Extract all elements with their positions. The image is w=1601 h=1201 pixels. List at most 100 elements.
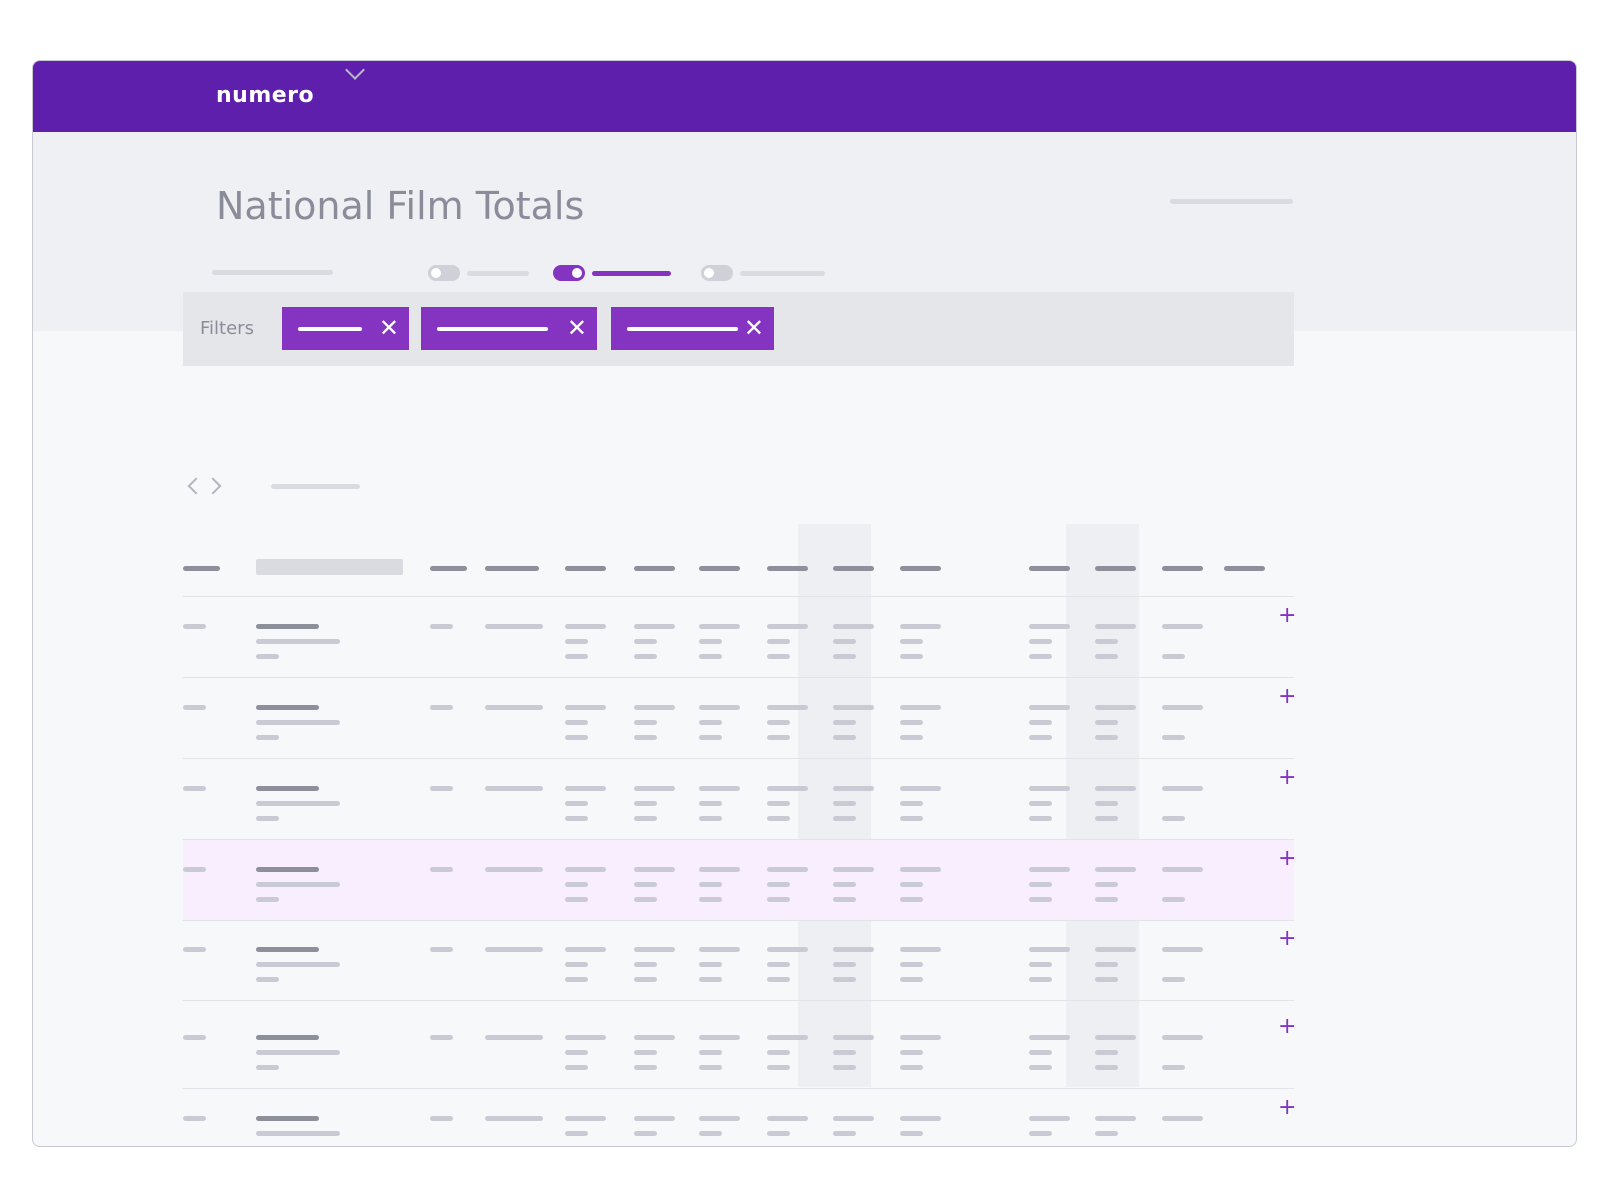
cell-placeholder — [1029, 962, 1052, 967]
cell-placeholder — [699, 882, 722, 887]
column-header — [1224, 566, 1265, 571]
column-header-search[interactable] — [256, 559, 403, 575]
table-row[interactable]: + — [183, 759, 1296, 840]
cell-placeholder — [1095, 720, 1118, 725]
cell-placeholder — [565, 786, 606, 791]
cell-placeholder — [485, 1035, 543, 1040]
cell-placeholder — [767, 786, 808, 791]
cell-placeholder — [900, 947, 941, 952]
table-row[interactable]: + — [183, 920, 1296, 1001]
add-icon[interactable]: + — [1278, 767, 1296, 789]
cell-placeholder — [565, 947, 606, 952]
column-header — [767, 566, 808, 571]
cell-placeholder — [767, 977, 790, 982]
cell-placeholder — [565, 720, 588, 725]
cell-placeholder — [565, 867, 606, 872]
cell-placeholder — [634, 867, 675, 872]
row-title — [256, 1116, 319, 1121]
cell-placeholder — [767, 624, 808, 629]
add-icon[interactable]: + — [1278, 1097, 1296, 1119]
cell-placeholder — [900, 786, 941, 791]
cell-placeholder — [634, 882, 657, 887]
cell-placeholder — [833, 705, 874, 710]
cell-placeholder — [699, 977, 722, 982]
cell-placeholder — [833, 816, 856, 821]
column-header — [900, 566, 941, 571]
cell-placeholder — [634, 962, 657, 967]
cell-placeholder — [565, 624, 606, 629]
cell-placeholder — [767, 639, 790, 644]
column-header — [565, 566, 606, 571]
add-icon[interactable]: + — [1278, 605, 1296, 627]
cell-placeholder — [699, 897, 722, 902]
cell-placeholder — [1162, 624, 1203, 629]
cell-placeholder — [833, 977, 856, 982]
cell-placeholder — [1095, 705, 1136, 710]
cell-placeholder — [634, 639, 657, 644]
add-icon[interactable]: + — [1278, 928, 1296, 950]
cell-placeholder — [699, 1116, 740, 1121]
cell-placeholder — [767, 962, 790, 967]
add-icon[interactable]: + — [1278, 848, 1296, 870]
cell-placeholder — [1095, 816, 1118, 821]
cell-placeholder — [634, 801, 657, 806]
table-header — [183, 537, 1294, 597]
cell-placeholder — [1029, 720, 1052, 725]
cell-placeholder — [767, 882, 790, 887]
cell-placeholder — [699, 962, 722, 967]
cell-placeholder — [833, 624, 874, 629]
cell-placeholder — [1029, 639, 1052, 644]
add-icon[interactable]: + — [1278, 1016, 1296, 1038]
column-header — [485, 566, 539, 571]
cell-placeholder — [900, 1065, 923, 1070]
cell-placeholder — [699, 786, 740, 791]
cell-placeholder — [634, 816, 657, 821]
cell-placeholder — [1095, 786, 1136, 791]
cell-placeholder — [634, 786, 675, 791]
row-subtitle — [256, 639, 340, 644]
table-row[interactable]: + — [183, 1008, 1296, 1089]
cell-placeholder — [1029, 801, 1052, 806]
table-row[interactable]: + — [183, 678, 1296, 759]
cell-placeholder — [1029, 1035, 1070, 1040]
cell-placeholder — [1095, 977, 1118, 982]
cell-placeholder — [1162, 867, 1203, 872]
cell-placeholder — [1162, 1035, 1203, 1040]
cell-placeholder — [699, 654, 722, 659]
table-row[interactable]: + — [183, 597, 1296, 678]
cell-placeholder — [699, 801, 722, 806]
data-table: + + + + + + + — [0, 0, 1601, 1146]
row-subtitle — [256, 1131, 340, 1136]
cell-placeholder — [699, 1035, 740, 1040]
cell-placeholder — [699, 705, 740, 710]
row-index — [183, 867, 206, 872]
cell-placeholder — [699, 947, 740, 952]
cell-placeholder — [833, 639, 856, 644]
table-row[interactable]: + — [183, 1089, 1296, 1146]
cell-placeholder — [900, 720, 923, 725]
cell-placeholder — [1029, 882, 1052, 887]
cell-placeholder — [767, 735, 790, 740]
cell-placeholder — [900, 882, 923, 887]
cell-placeholder — [565, 639, 588, 644]
cell-placeholder — [634, 947, 675, 952]
cell-placeholder — [767, 801, 790, 806]
cell-placeholder — [767, 705, 808, 710]
cell-placeholder — [430, 867, 453, 872]
cell-placeholder — [900, 816, 923, 821]
add-icon[interactable]: + — [1278, 686, 1296, 708]
cell-placeholder — [565, 882, 588, 887]
column-header — [699, 566, 740, 571]
cell-placeholder — [767, 1131, 790, 1136]
cell-placeholder — [699, 867, 740, 872]
row-index — [183, 1116, 206, 1121]
cell-placeholder — [699, 639, 722, 644]
cell-placeholder — [900, 801, 923, 806]
cell-placeholder — [833, 867, 874, 872]
table-row[interactable]: + — [183, 840, 1296, 921]
cell-placeholder — [900, 1116, 941, 1121]
column-header — [430, 566, 467, 571]
cell-placeholder — [1162, 705, 1203, 710]
cell-placeholder — [900, 867, 941, 872]
row-index — [183, 705, 206, 710]
